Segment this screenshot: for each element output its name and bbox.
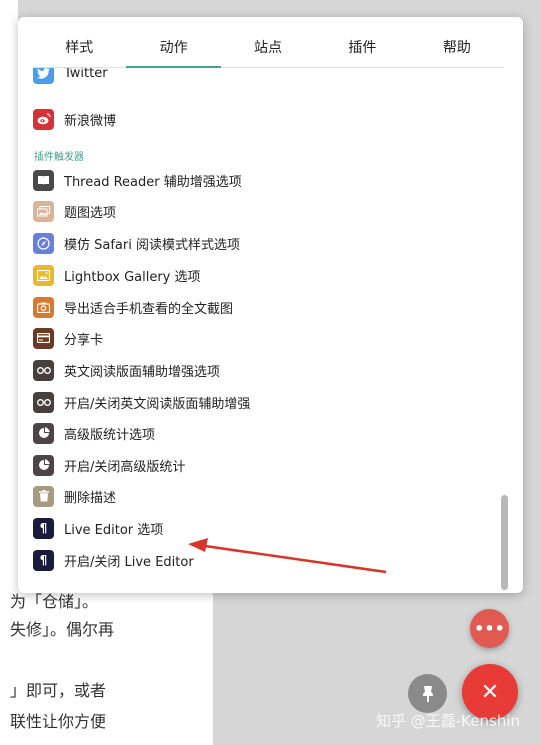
list-item[interactable]: 模仿 Safari 阅读模式样式选项 [33,229,240,257]
tab-bar: 样式 动作 站点 插件 帮助 [32,17,504,68]
action-list: Twitter 新浪微博 插件触发器 Thread Reader 辅助增强选项 … [18,68,498,593]
close-icon: ✕ [480,679,500,705]
article-line: 失修」。偶尔再 [10,620,115,639]
list-item-weibo[interactable]: 新浪微博 [33,105,116,133]
list-item[interactable]: 高级版统计选项 [33,419,155,447]
images-icon [33,200,54,222]
background-article: 为「仓储」。 失修」。偶尔再 」即可，或者 联性让你方便 [0,590,213,745]
actions-popup-panel: 样式 动作 站点 插件 帮助 Twitter 新浪微博 插件触发器 Thread… [18,17,523,593]
lightbulb-button[interactable] [408,674,447,713]
tab-sites[interactable]: 站点 [221,17,315,68]
glasses-icon [33,391,54,413]
list-item[interactable]: Lightbox Gallery 选项 [33,261,201,289]
article-line: 为「仓储」。 [10,592,99,611]
list-item[interactable]: 开启/关闭高级版统计 [33,451,185,479]
list-item-label: 导出适合手机查看的全文截图 [64,301,234,317]
list-item-label: 模仿 Safari 阅读模式样式选项 [64,237,240,253]
gallery-icon [33,264,54,286]
scrollbar-thumb[interactable] [501,495,508,590]
list-item-label: Thread Reader 辅助增强选项 [64,174,242,190]
list-item-label: 删除描述 [64,490,117,506]
list-item-label: 高级版统计选项 [64,427,156,443]
list-item[interactable]: 英文阅读版面辅助增强选项 [33,356,220,384]
list-item-label: 开启/关闭英文阅读版面辅助增强 [64,396,251,412]
lightbulb-icon [422,685,433,702]
list-item[interactable]: Thread Reader 辅助增强选项 [33,166,242,194]
list-item-label: Lightbox Gallery 选项 [64,269,201,285]
section-label-plugin-triggers: 插件触发器 [34,152,84,163]
trash-icon [33,485,54,507]
list-item-label: Live Editor 选项 [64,522,164,538]
article-line: 」即可，或者 [10,681,107,700]
list-item[interactable]: 开启/关闭英文阅读版面辅助增强 [33,388,250,416]
weibo-icon [33,108,54,130]
list-item-label: 题图选项 [64,205,117,221]
list-item-label: Twitter [64,68,108,81]
pie-chart-icon [33,422,54,444]
list-item-label: 开启/关闭高级版统计 [64,459,186,475]
tab-help[interactable]: 帮助 [410,17,504,68]
watermark: 知乎 @王磊-Kenshin [376,712,521,730]
list-item-label: 开启/关闭 Live Editor [64,554,194,570]
list-item-label: 分享卡 [64,332,104,348]
card-icon [33,327,54,349]
pie-chart-icon [33,454,54,476]
tab-plugins[interactable]: 插件 [315,17,409,68]
list-item[interactable]: 删除描述 [33,482,116,510]
tab-style[interactable]: 样式 [32,17,126,68]
list-item-twitter[interactable]: Twitter [33,68,108,87]
more-button[interactable]: ••• [470,609,509,648]
list-item-label: 英文阅读版面辅助增强选项 [64,364,221,380]
list-item[interactable]: 题图选项 [33,197,116,225]
article-line: 联性让你方便 [10,712,107,731]
list-item[interactable]: 导出适合手机查看的全文截图 [33,293,233,321]
book-icon [33,169,54,191]
list-item[interactable]: 分享卡 [33,324,103,352]
list-item[interactable]: ¶ Live Editor 选项 [33,514,163,542]
camera-icon [33,296,54,318]
list-item-label: 新浪微博 [64,113,117,129]
tab-actions[interactable]: 动作 [126,17,221,68]
list-item[interactable]: ¶ 开启/关闭 Live Editor [33,546,194,574]
glasses-icon [33,359,54,381]
paragraph-icon: ¶ [33,549,54,571]
paragraph-icon: ¶ [33,517,54,539]
compass-icon [33,232,54,254]
twitter-icon [33,68,54,84]
more-icon: ••• [474,619,505,638]
